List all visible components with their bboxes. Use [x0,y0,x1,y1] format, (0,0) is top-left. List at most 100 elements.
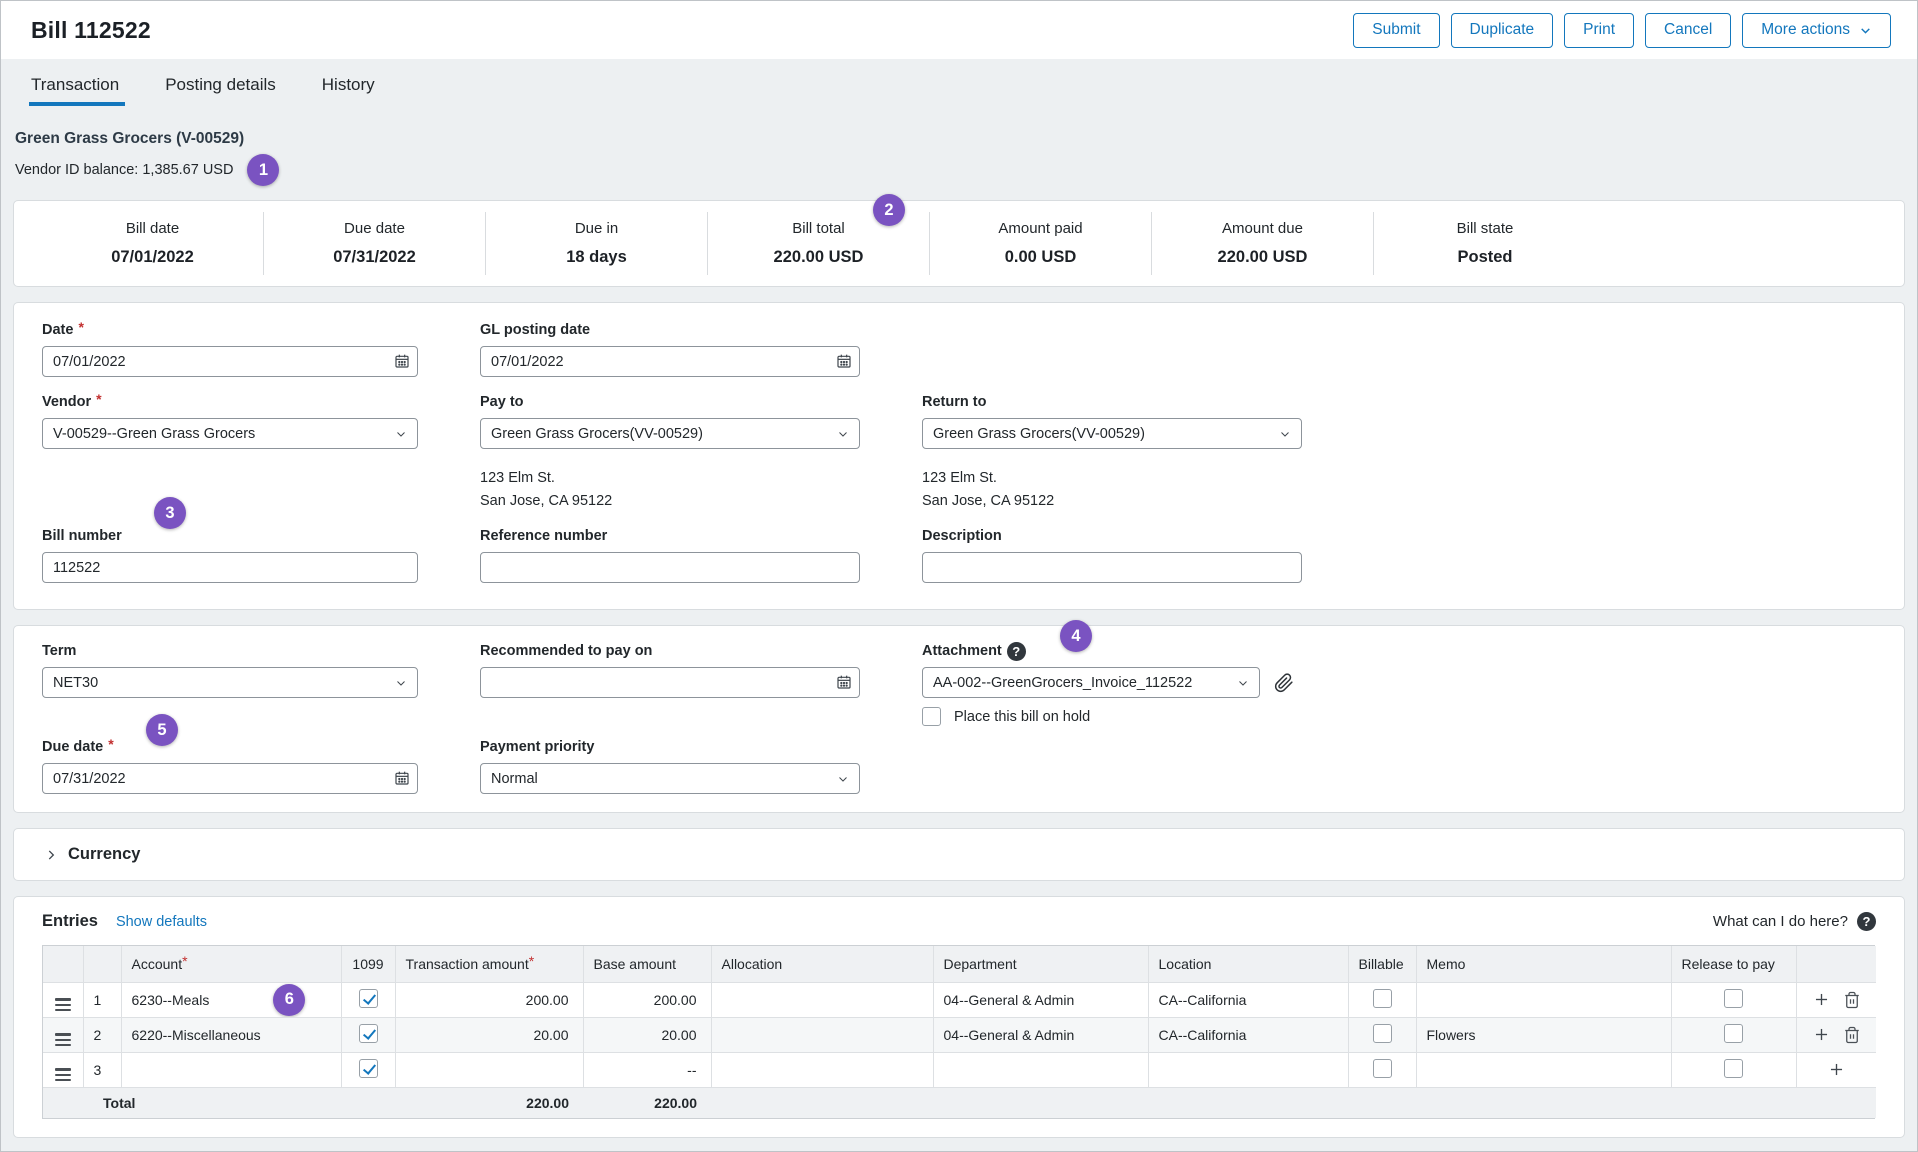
location-cell[interactable] [1148,1052,1348,1087]
account-cell[interactable]: 6230--Meals6 [121,982,341,1017]
chevron-down-icon [1279,428,1291,440]
1099-checkbox[interactable] [359,1059,378,1078]
location-cell[interactable]: CA--California [1148,1017,1348,1052]
currency-section-toggle[interactable]: Currency [13,828,1905,881]
memo-cell[interactable] [1416,982,1671,1017]
more-actions-button[interactable]: More actions [1742,13,1891,48]
address-line1: 123 Elm St. [922,467,1302,490]
currency-section-label: Currency [68,845,140,864]
pay-to-label-text: Pay to [480,394,524,410]
delete-row-icon[interactable] [1843,991,1861,1009]
tab-history[interactable]: History [322,75,375,106]
cancel-button[interactable]: Cancel [1645,13,1731,48]
duplicate-button[interactable]: Duplicate [1451,13,1554,48]
attachment-select[interactable]: AA-002--GreenGrocers_Invoice_112522 [922,667,1260,698]
recommended-to-pay-on-input[interactable] [480,667,860,698]
entry-row-2: 2 6220--Miscellaneous 20.00 20.00 04--Ge… [43,1017,1876,1052]
vendor-select[interactable]: V-00529--Green Grass Grocers [42,418,418,449]
callout-4: 4 [1060,620,1092,652]
date-input[interactable] [42,346,418,377]
billable-checkbox[interactable] [1373,989,1392,1008]
return-to-select[interactable]: Green Grass Grocers(VV-00529) [922,418,1302,449]
pay-to-select-value: Green Grass Grocers(VV-00529) [491,426,703,442]
date-label: Date [42,321,418,339]
due-date-label: Due date 5 [42,738,418,756]
department-cell[interactable] [933,1052,1148,1087]
department-cell[interactable]: 04--General & Admin [933,1017,1148,1052]
allocation-cell[interactable] [711,982,933,1017]
vendor-balance: Vendor ID balance: 1,385.67 USD 1 [15,154,1903,186]
memo-cell[interactable]: Flowers [1416,1017,1671,1052]
description-input[interactable] [922,552,1302,583]
pay-to-select[interactable]: Green Grass Grocers(VV-00529) [480,418,860,449]
gl-posting-date-label-text: GL posting date [480,322,590,338]
calendar-icon[interactable] [836,674,852,690]
transaction-amount-cell[interactable] [395,1052,583,1087]
place-on-hold-checkbox[interactable] [922,707,941,726]
reference-number-input[interactable] [480,552,860,583]
add-row-icon[interactable] [1812,1025,1831,1044]
attachment-select-value: AA-002--GreenGrocers_Invoice_112522 [933,675,1192,691]
calendar-icon[interactable] [836,353,852,369]
help-icon[interactable] [1007,642,1026,661]
vendor-name: Green Grass Grocers (V-00529) [15,130,1903,148]
1099-checkbox[interactable] [359,1024,378,1043]
release-checkbox[interactable] [1724,989,1743,1008]
entry-row-3: 3 -- [43,1052,1876,1087]
reference-number-label: Reference number [480,527,860,545]
place-on-hold-row: Place this bill on hold [922,707,1302,726]
delete-row-icon[interactable] [1843,1026,1861,1044]
col-transaction-amount: Transaction amount [395,946,583,982]
payment-priority-label-text: Payment priority [480,739,594,755]
address-line1: 123 Elm St. [480,467,860,490]
transaction-amount-cell[interactable]: 20.00 [395,1017,583,1052]
account-cell[interactable]: 6220--Miscellaneous [121,1017,341,1052]
callout-3: 3 [154,497,186,529]
paperclip-icon[interactable] [1274,673,1294,693]
transaction-amount-cell[interactable]: 200.00 [395,982,583,1017]
pay-to-address: 123 Elm St. San Jose, CA 95122 [480,465,860,513]
summary-label: Amount paid [998,220,1082,237]
summary-bill-state: Bill state Posted [1374,212,1596,275]
billable-checkbox[interactable] [1373,1024,1392,1043]
drag-handle-icon[interactable] [55,1068,71,1081]
due-date-label-text: Due date [42,739,103,755]
release-checkbox[interactable] [1724,1059,1743,1078]
show-defaults-link[interactable]: Show defaults [116,914,207,930]
add-row-icon[interactable] [1827,1060,1846,1079]
account-cell[interactable] [121,1052,341,1087]
drag-handle-icon[interactable] [55,1033,71,1046]
tab-transaction[interactable]: Transaction [31,75,119,106]
terms-card: Term NET30 Recommended to pay on Attachm… [13,625,1905,813]
allocation-cell[interactable] [711,1017,933,1052]
col-release-to-pay: Release to pay [1671,946,1796,982]
allocation-cell[interactable] [711,1052,933,1087]
print-button[interactable]: Print [1564,13,1634,48]
bill-number-input[interactable] [42,552,418,583]
billable-checkbox[interactable] [1373,1059,1392,1078]
payment-priority-select-value: Normal [491,771,538,787]
calendar-icon[interactable] [394,353,410,369]
submit-button[interactable]: Submit [1353,13,1439,48]
top-header: Bill 112522 Submit Duplicate Print Cance… [1,1,1917,59]
address-line2: San Jose, CA 95122 [922,490,1302,513]
release-checkbox[interactable] [1724,1024,1743,1043]
location-cell[interactable]: CA--California [1148,982,1348,1017]
calendar-icon[interactable] [394,770,410,786]
help-icon[interactable] [1857,912,1876,931]
tab-posting-details[interactable]: Posting details [165,75,276,106]
drag-handle-icon[interactable] [55,998,71,1011]
summary-label: Due date [344,220,405,237]
department-cell[interactable]: 04--General & Admin [933,982,1148,1017]
add-row-icon[interactable] [1812,990,1831,1009]
callout-6: 6 [273,984,305,1016]
payment-priority-select[interactable]: Normal [480,763,860,794]
release-cell [1671,982,1796,1017]
summary-amount-paid: Amount paid 0.00 USD [930,212,1152,275]
due-date-input[interactable] [42,763,418,794]
entry-row-1: 1 6230--Meals6 200.00 200.00 04--General… [43,982,1876,1017]
gl-posting-date-input[interactable] [480,346,860,377]
1099-checkbox[interactable] [359,989,378,1008]
term-select[interactable]: NET30 [42,667,418,698]
memo-cell[interactable] [1416,1052,1671,1087]
